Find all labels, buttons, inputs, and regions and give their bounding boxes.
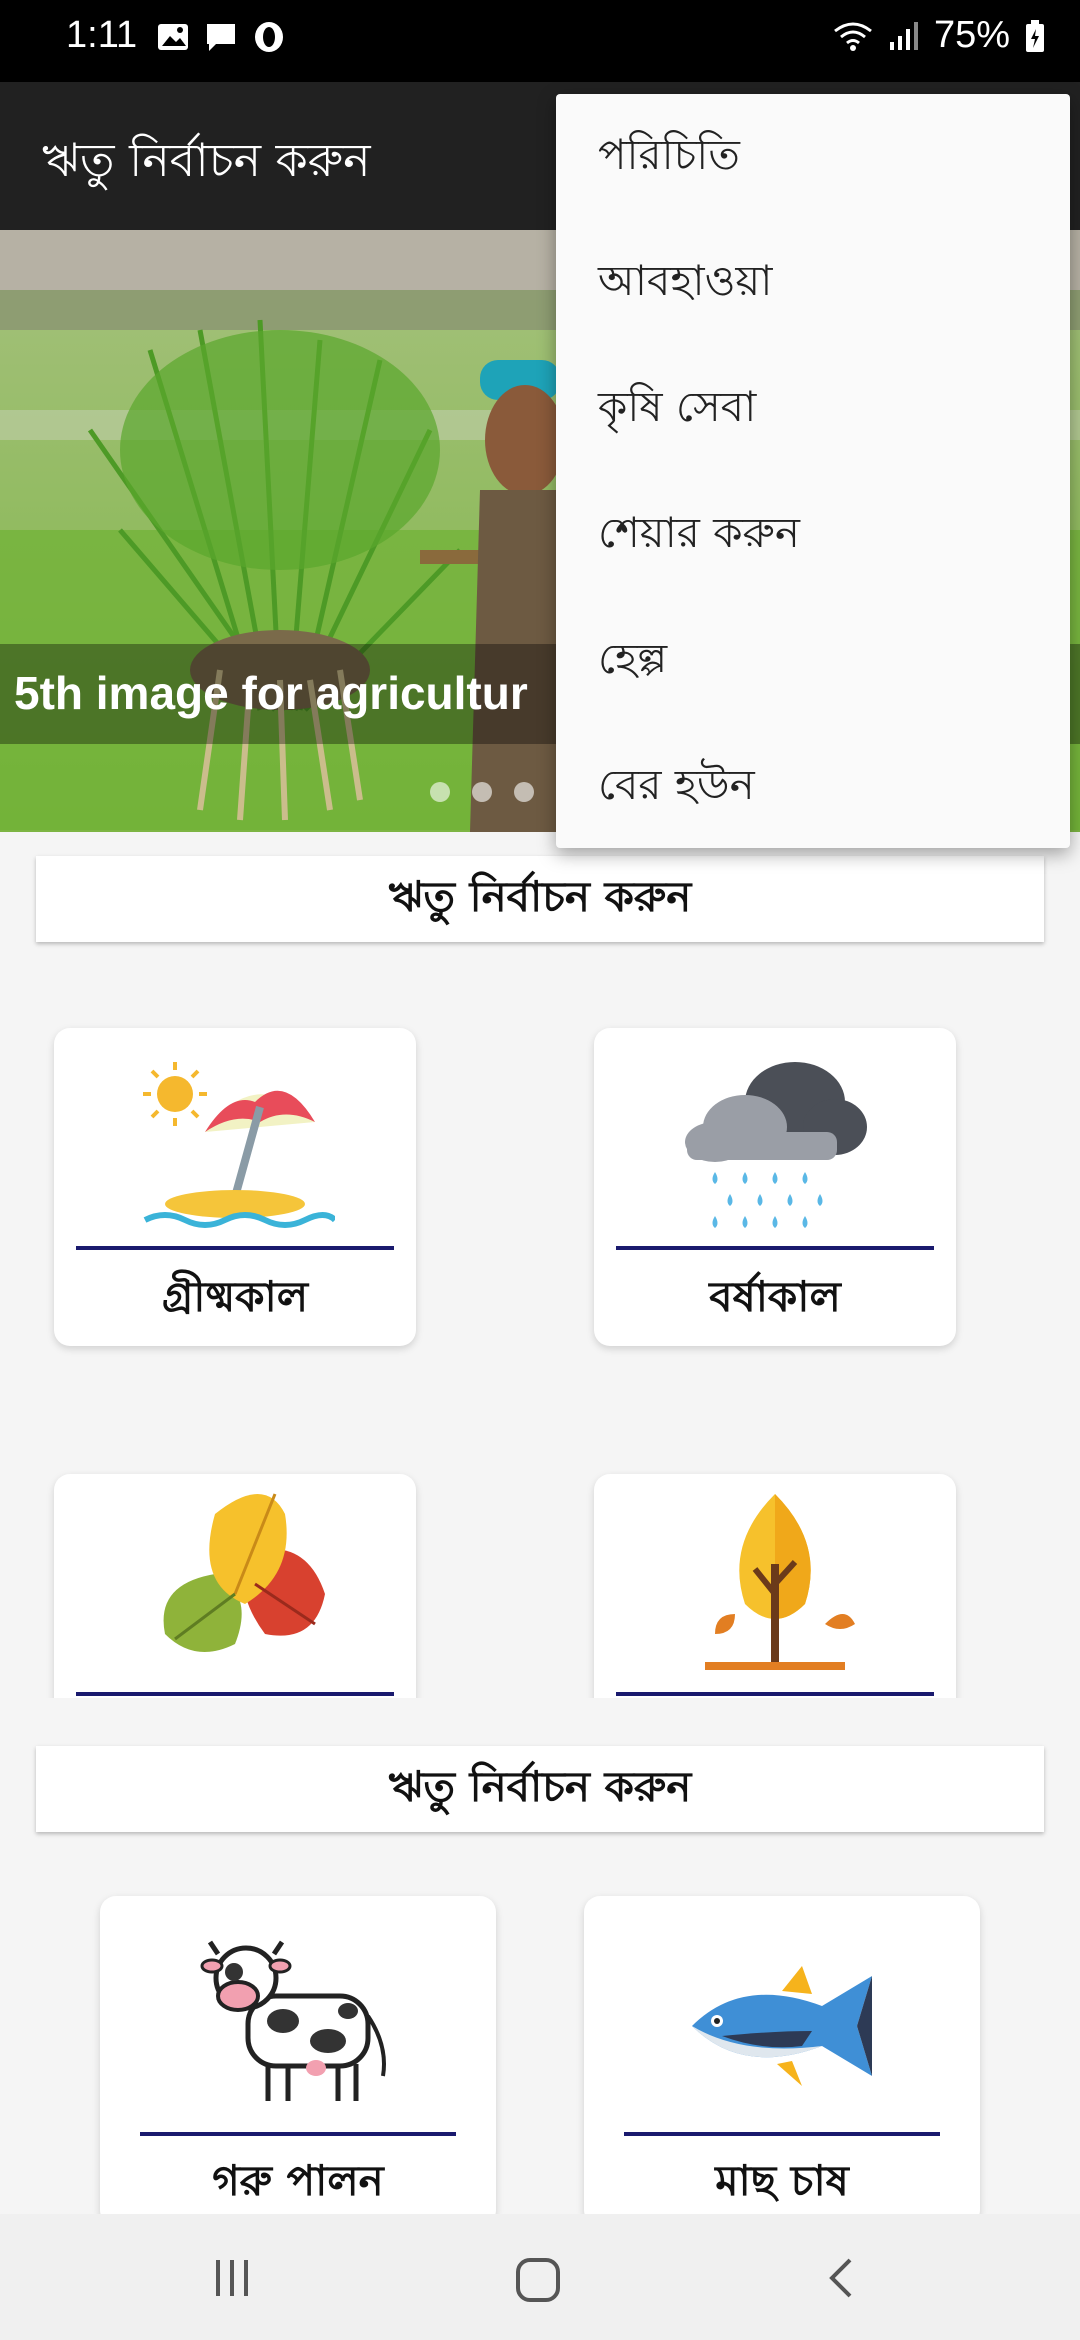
fish-icon <box>692 1966 872 2086</box>
card-summer[interactable]: গ্রীষ্মকাল <box>54 1028 416 1346</box>
card-rainy[interactable]: বর্ষাকাল <box>594 1028 956 1346</box>
home-icon[interactable] <box>514 2256 562 2304</box>
menu-item-help[interactable]: হেল্প <box>556 598 1070 724</box>
slider-dot[interactable] <box>514 782 534 802</box>
section-header-seasons: ঋতু নির্বাচন করুন <box>36 856 1044 942</box>
menu-item-contact[interactable]: পরিচিতি <box>556 94 1070 220</box>
rain-cloud-icon <box>685 1062 867 1228</box>
battery-percent: 75% <box>933 14 1010 56</box>
service-grid: গরু পালন মাছ চাষ <box>0 1890 1080 2214</box>
slider-dot[interactable] <box>430 782 450 802</box>
menu-item-agri-service[interactable]: কৃষি সেবা <box>556 346 1070 472</box>
card-label: মাছ চাষ <box>715 2156 849 2205</box>
slider-dot[interactable] <box>472 782 492 802</box>
system-icons: 75% <box>832 14 1046 57</box>
autumn-tree-icon <box>705 1494 855 1670</box>
card-divider <box>624 2132 940 2136</box>
signal-icon <box>889 21 918 50</box>
card-label: বর্ষাকাল <box>709 1272 841 1321</box>
status-time: 1:11 <box>66 14 138 56</box>
overflow-menu: পরিচিতি আবহাওয়া কৃষি সেবা শেয়ার করুন হ… <box>556 94 1070 848</box>
season-grid-row-2 <box>0 1470 1080 1698</box>
message-icon <box>207 24 235 51</box>
card-label: গ্রীষ্মকাল <box>161 1272 309 1321</box>
card-cattle[interactable]: গরু পালন <box>100 1896 496 2214</box>
autumn-leaves-icon <box>163 1493 325 1652</box>
card-divider <box>76 1246 394 1250</box>
menu-item-share[interactable]: শেয়ার করুন <box>556 472 1070 598</box>
summer-beach-icon <box>143 1062 335 1228</box>
card-fish-farming[interactable]: মাছ চাষ <box>584 1896 980 2214</box>
status-bar: 1:11 75% <box>0 0 1080 82</box>
section-header-services: ঋতু নির্বাচন করুন <box>36 1746 1044 1832</box>
card-divider <box>616 1692 934 1696</box>
wifi-icon <box>834 22 872 51</box>
notification-icons <box>156 20 286 54</box>
back-icon[interactable] <box>822 2256 862 2300</box>
system-nav-bar <box>0 2214 1080 2340</box>
cow-icon <box>200 1940 386 2101</box>
slider-indicator <box>430 782 534 802</box>
slider-caption: 5th image for agricultur <box>14 667 528 719</box>
card-divider <box>616 1246 934 1250</box>
card-divider <box>140 2132 456 2136</box>
card-divider <box>76 1692 394 1696</box>
recent-apps-icon[interactable] <box>210 2256 254 2300</box>
menu-item-weather[interactable]: আবহাওয়া <box>556 220 1070 346</box>
card-autumn[interactable] <box>54 1474 416 1698</box>
opera-icon <box>255 22 283 52</box>
menu-item-exit[interactable]: বের হউন <box>556 724 1070 850</box>
battery-icon <box>1026 19 1044 52</box>
card-late-autumn[interactable] <box>594 1474 956 1698</box>
card-label: গরু পালন <box>212 2156 384 2205</box>
app-title: ঋতু নির্বাচন করুন <box>42 133 371 187</box>
image-icon <box>158 24 188 50</box>
